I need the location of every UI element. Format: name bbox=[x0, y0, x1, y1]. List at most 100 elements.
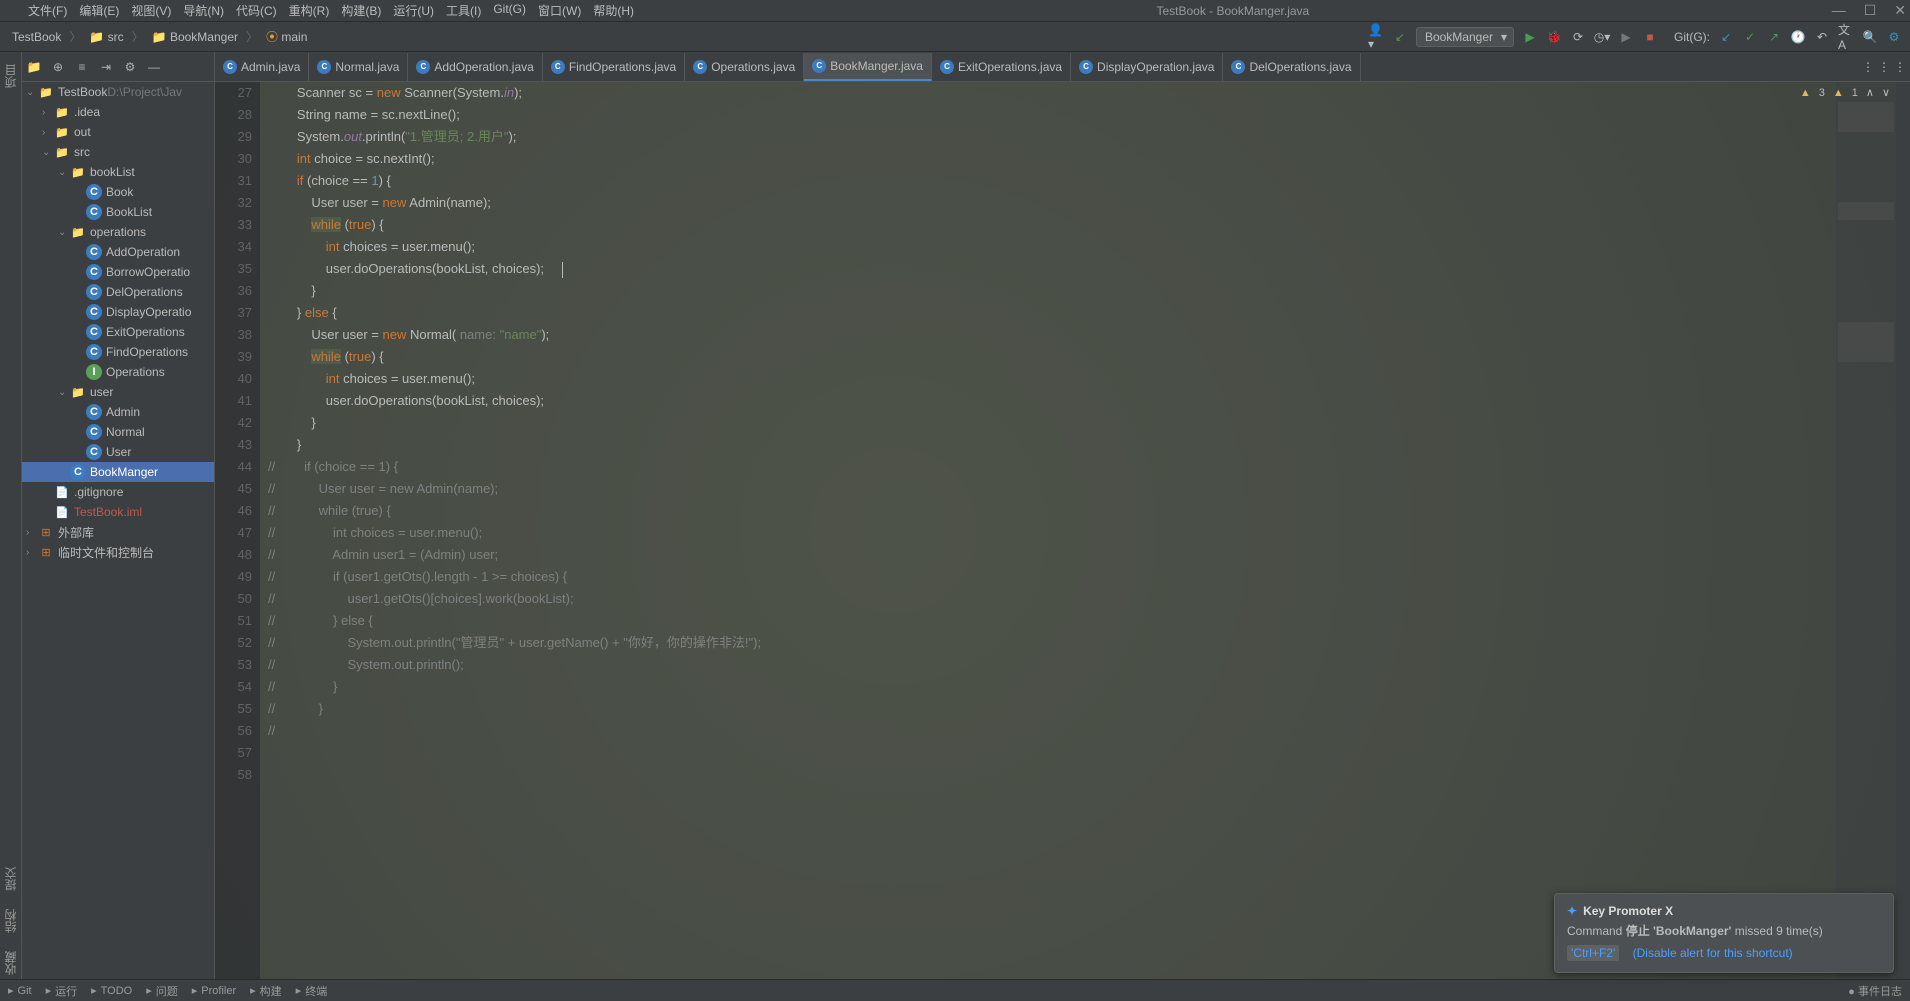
code-line[interactable]: // bbox=[268, 720, 1910, 742]
status-item[interactable]: ▸运行 bbox=[46, 983, 78, 999]
menu-item[interactable]: 文件(F) bbox=[28, 2, 67, 19]
code-line[interactable]: user.doOperations(bookList, choices); bbox=[268, 258, 1910, 280]
tree-item[interactable]: ⌄📁bookList bbox=[22, 162, 214, 182]
run-config-selector[interactable]: BookManger bbox=[1416, 27, 1514, 47]
tree-item[interactable]: 📄TestBook.iml bbox=[22, 502, 214, 522]
close-icon[interactable]: ✕ bbox=[1894, 2, 1906, 19]
structure-tool-tab[interactable]: 结构 bbox=[0, 905, 21, 937]
code-area[interactable]: Scanner sc = new Scanner(System.in); Str… bbox=[260, 82, 1910, 979]
code-line[interactable]: User user = new Admin(name); bbox=[268, 192, 1910, 214]
code-line[interactable]: int choices = user.menu(); bbox=[268, 236, 1910, 258]
code-line[interactable]: // User user = new Admin(name); bbox=[268, 478, 1910, 500]
nav-down-icon[interactable]: ∨ bbox=[1882, 86, 1890, 99]
maximize-icon[interactable]: ☐ bbox=[1864, 2, 1877, 19]
code-line[interactable]: // } else { bbox=[268, 610, 1910, 632]
code-line[interactable]: while (true) { bbox=[268, 346, 1910, 368]
notification-disable-link[interactable]: (Disable alert for this shortcut) bbox=[1633, 946, 1793, 960]
coverage-icon[interactable]: ⟳ bbox=[1570, 29, 1586, 45]
breadcrumb-item[interactable]: TestBook bbox=[8, 28, 65, 46]
tree-item[interactable]: CBookList bbox=[22, 202, 214, 222]
editor-tab[interactable]: CAdmin.java bbox=[215, 53, 309, 81]
menu-item[interactable]: 窗口(W) bbox=[538, 2, 581, 19]
tree-item[interactable]: ⌄📁user bbox=[22, 382, 214, 402]
tree-item[interactable]: ›📁.idea bbox=[22, 102, 214, 122]
breadcrumb-item[interactable]: 📁 src bbox=[85, 28, 127, 46]
code-line[interactable]: Scanner sc = new Scanner(System.in); bbox=[268, 82, 1910, 104]
tree-item[interactable]: ⌄📁src bbox=[22, 142, 214, 162]
code-line[interactable]: // user1.getOts()[choices].work(bookList… bbox=[268, 588, 1910, 610]
vcs-push-icon[interactable]: ↗ bbox=[1766, 29, 1782, 45]
code-line[interactable]: // int choices = user.menu(); bbox=[268, 522, 1910, 544]
notification-popup[interactable]: ✦ Key Promoter X Command 停止 'BookManger'… bbox=[1554, 893, 1894, 973]
code-line[interactable]: if (choice == 1) { bbox=[268, 170, 1910, 192]
tree-item[interactable]: CBook bbox=[22, 182, 214, 202]
menu-item[interactable]: 编辑(E) bbox=[79, 2, 119, 19]
tree-item[interactable]: ›⊞临时文件和控制台 bbox=[22, 542, 214, 562]
editor-tab[interactable]: CFindOperations.java bbox=[543, 53, 685, 81]
menu-item[interactable]: 代码(C) bbox=[236, 2, 277, 19]
expander-icon[interactable]: › bbox=[26, 547, 38, 558]
vcs-update-icon[interactable]: ↙ bbox=[1392, 29, 1408, 45]
editor-tab[interactable]: CDisplayOperation.java bbox=[1071, 53, 1223, 81]
more-icon[interactable]: ⋮ bbox=[1894, 60, 1906, 74]
editor-tab[interactable]: CExitOperations.java bbox=[932, 53, 1071, 81]
profile-icon[interactable]: ◷▾ bbox=[1594, 29, 1610, 45]
menu-item[interactable]: 工具(I) bbox=[446, 2, 481, 19]
tree-item[interactable]: ⌄📁TestBook D:\Project\Jav bbox=[22, 82, 214, 102]
code-line[interactable]: } bbox=[268, 434, 1910, 456]
code-line[interactable]: // if (user1.getOts().length - 1 >= choi… bbox=[268, 566, 1910, 588]
code-line[interactable]: // } bbox=[268, 676, 1910, 698]
settings-icon[interactable]: ⚙ bbox=[1886, 29, 1902, 45]
code-line[interactable]: } else { bbox=[268, 302, 1910, 324]
tree-item[interactable]: CBorrowOperatio bbox=[22, 262, 214, 282]
code-line[interactable]: user.doOperations(bookList, choices); bbox=[268, 390, 1910, 412]
editor-tab[interactable]: CNormal.java bbox=[309, 53, 408, 81]
expander-icon[interactable]: ⌄ bbox=[26, 87, 38, 98]
project-tool-tab[interactable]: 项目 bbox=[0, 60, 21, 92]
commit-tool-tab[interactable]: 提交 bbox=[0, 863, 21, 895]
editor-tab[interactable]: CBookManger.java bbox=[804, 53, 932, 81]
run-icon[interactable]: ▶ bbox=[1522, 29, 1538, 45]
editor-tab[interactable]: CAddOperation.java bbox=[408, 53, 542, 81]
code-line[interactable]: // System.out.println(); bbox=[268, 654, 1910, 676]
code-line[interactable]: } bbox=[268, 412, 1910, 434]
menu-item[interactable]: 重构(R) bbox=[289, 2, 330, 19]
status-item[interactable]: ▸Profiler bbox=[192, 984, 236, 997]
menu-item[interactable]: 运行(U) bbox=[393, 2, 434, 19]
tree-item[interactable]: CAdmin bbox=[22, 402, 214, 422]
class-icon[interactable]: ⋮ bbox=[1862, 60, 1874, 74]
collapse-all-icon[interactable]: ⇥ bbox=[98, 59, 114, 75]
history-icon[interactable]: 🕐 bbox=[1790, 29, 1806, 45]
rollback-icon[interactable]: ↶ bbox=[1814, 29, 1830, 45]
code-line[interactable]: // Admin user1 = (Admin) user; bbox=[268, 544, 1910, 566]
code-line[interactable]: // System.out.println("管理员" + user.getNa… bbox=[268, 632, 1910, 654]
expand-all-icon[interactable]: ≡ bbox=[74, 59, 90, 75]
list-icon[interactable]: ⋮ bbox=[1878, 60, 1890, 74]
menu-item[interactable]: 视图(V) bbox=[131, 2, 171, 19]
tree-item[interactable]: CUser bbox=[22, 442, 214, 462]
tree-item[interactable]: ›⊞外部库 bbox=[22, 522, 214, 542]
select-opened-icon[interactable]: ⊕ bbox=[50, 59, 66, 75]
tree-item[interactable]: CNormal bbox=[22, 422, 214, 442]
status-item[interactable]: ▸问题 bbox=[146, 983, 178, 999]
breadcrumb-item[interactable]: ⦿ main bbox=[262, 26, 311, 47]
hide-icon[interactable]: — bbox=[146, 59, 162, 75]
tree-item[interactable]: CDelOperations bbox=[22, 282, 214, 302]
editor-tab[interactable]: COperations.java bbox=[685, 53, 804, 81]
attach-icon[interactable]: ▶ bbox=[1618, 29, 1634, 45]
code-line[interactable]: int choice = sc.nextInt(); bbox=[268, 148, 1910, 170]
menu-item[interactable]: 导航(N) bbox=[183, 2, 224, 19]
code-line[interactable]: String name = sc.nextLine(); bbox=[268, 104, 1910, 126]
status-item[interactable]: ▸Git bbox=[8, 984, 32, 997]
inspection-strip[interactable] bbox=[1896, 82, 1910, 979]
menu-item[interactable]: 构建(B) bbox=[341, 2, 381, 19]
debug-icon[interactable]: 🐞 bbox=[1546, 29, 1562, 45]
tree-item[interactable]: CAddOperation bbox=[22, 242, 214, 262]
tree-item[interactable]: ›📁out bbox=[22, 122, 214, 142]
project-tree[interactable]: ⌄📁TestBook D:\Project\Jav›📁.idea›📁out⌄📁s… bbox=[22, 82, 214, 979]
menu-item[interactable]: Git(G) bbox=[493, 2, 526, 19]
inspection-summary[interactable]: ▲3 ▲1 ∧ ∨ bbox=[1800, 86, 1890, 99]
code-line[interactable]: } bbox=[268, 280, 1910, 302]
expander-icon[interactable]: › bbox=[42, 127, 54, 138]
project-view-icon[interactable]: 📁 bbox=[26, 59, 42, 75]
